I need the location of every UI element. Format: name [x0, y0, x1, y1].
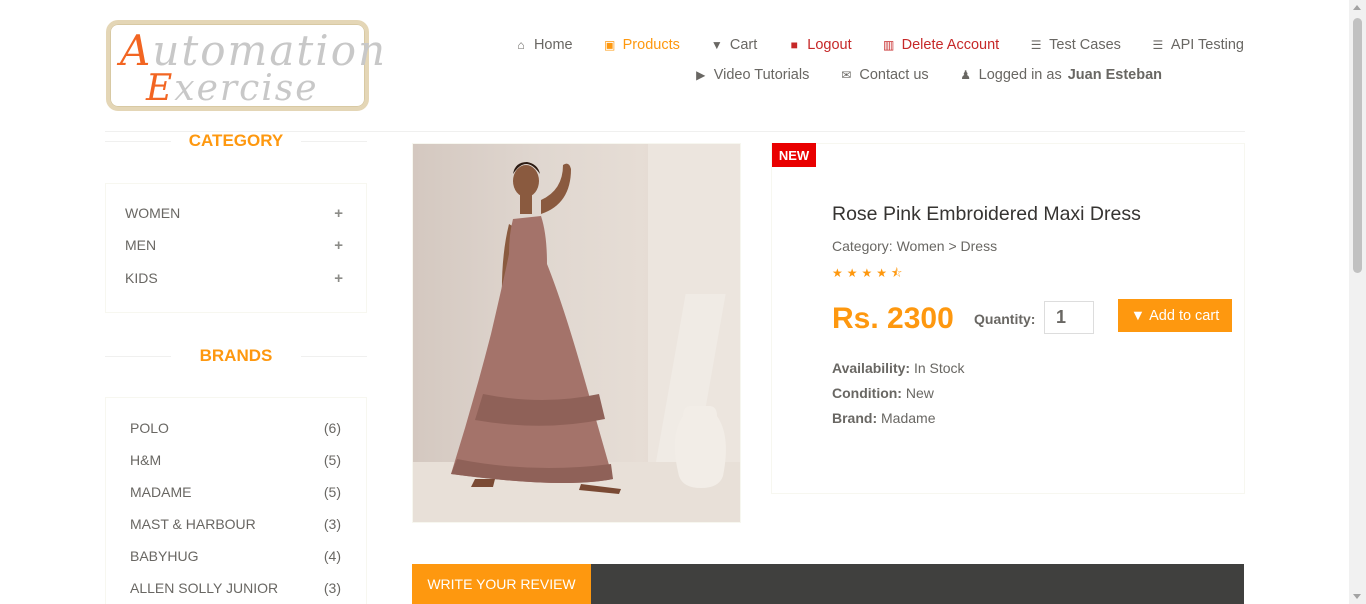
- model-dress: [451, 216, 613, 483]
- add-to-cart-button[interactable]: ▼ Add to cart: [1118, 299, 1232, 332]
- rating-stars-icon: ★★★★⯪: [832, 266, 907, 280]
- category-item-men[interactable]: MEN +: [125, 237, 343, 254]
- nav-api-testing-link[interactable]: ☰ API Testing: [1151, 37, 1244, 53]
- brands-title: BRANDS: [105, 346, 367, 366]
- model-foot-left: [471, 479, 495, 487]
- brand-item-madame[interactable]: MADAME (5): [130, 484, 341, 500]
- vase-shape: [674, 406, 726, 488]
- model-foot-right: [579, 484, 621, 494]
- products-icon: ▣: [603, 38, 616, 52]
- logged-in-username: Juan Esteban: [1067, 67, 1162, 83]
- brand-item-hm[interactable]: H&M (5): [130, 452, 341, 468]
- scroll-down-arrow-icon[interactable]: [1353, 594, 1361, 599]
- brand-item-polo[interactable]: POLO (6): [130, 420, 341, 436]
- youtube-icon: ▶: [696, 68, 706, 82]
- logo-line-2: Exercise: [146, 68, 319, 109]
- model-head: [513, 165, 539, 197]
- nav-row-2: ▶ Video Tutorials ✉ Contact us ♟ Logged in …: [514, 60, 1162, 90]
- condition-row: Condition: New: [832, 385, 934, 401]
- model-arm-right: [541, 163, 571, 214]
- nav-products-link[interactable]: ▣ Products: [603, 37, 680, 53]
- quantity-input[interactable]: [1044, 301, 1094, 334]
- nav-test-cases-link[interactable]: ☰ Test Cases: [1029, 37, 1121, 53]
- category-item-kids[interactable]: KIDS +: [125, 270, 343, 287]
- category-item-women[interactable]: WOMEN +: [125, 205, 343, 222]
- main-nav: ⌂ Home ▣ Products ▼ Cart ■ Logout ▥ Delete Ac…: [514, 30, 1244, 90]
- nav-row-1: ⌂ Home ▣ Products ▼ Cart ■ Logout ▥ Delete Ac…: [514, 30, 1244, 60]
- plus-icon[interactable]: +: [334, 237, 343, 254]
- availability-row: Availability: In Stock: [832, 360, 965, 376]
- nav-home-link[interactable]: ⌂ Home: [514, 37, 572, 53]
- brand-row: Brand: Madame: [832, 410, 936, 426]
- user-icon: ♟: [960, 68, 972, 82]
- category-title: CATEGORY: [105, 131, 367, 151]
- list-icon: ☰: [1030, 38, 1042, 52]
- quantity-label: Quantity:: [974, 311, 1036, 327]
- scrollbar-thumb[interactable]: [1353, 18, 1362, 273]
- brand-item-allen-solly-junior[interactable]: ALLEN SOLLY JUNIOR (3): [130, 580, 341, 596]
- site-logo[interactable]: Automation Exercise: [106, 20, 385, 111]
- nav-video-tutorials-link[interactable]: ▶ Video Tutorials: [694, 67, 809, 83]
- trash-icon: ▥: [882, 38, 895, 52]
- nav-logged-in-user[interactable]: ♟ Logged in as Juan Esteban: [959, 67, 1162, 83]
- home-icon: ⌂: [517, 38, 525, 52]
- new-badge: NEW: [772, 143, 816, 167]
- cart-icon: ▼: [1130, 307, 1146, 324]
- product-name: Rose Pink Embroidered Maxi Dress: [832, 203, 1141, 225]
- envelope-icon: ✉: [841, 68, 852, 82]
- page-scrollbar[interactable]: [1349, 0, 1366, 604]
- product-image: [412, 143, 741, 523]
- nav-logout-link[interactable]: ■ Logout: [787, 37, 852, 53]
- nav-cart-link[interactable]: ▼ Cart: [710, 37, 757, 53]
- brand-item-mast-harbour[interactable]: MAST & HARBOUR (3): [130, 516, 341, 532]
- nav-contact-us-link[interactable]: ✉ Contact us: [839, 67, 928, 83]
- product-price: Rs. 2300: [832, 302, 954, 335]
- nav-delete-account-link[interactable]: ▥ Delete Account: [882, 37, 999, 53]
- brand-item-babyhug[interactable]: BABYHUG (4): [130, 548, 341, 564]
- plus-icon[interactable]: +: [334, 205, 343, 222]
- write-your-review-tab[interactable]: WRITE YOUR REVIEW: [412, 564, 591, 604]
- lock-icon: ■: [790, 38, 798, 52]
- model-figure: [451, 162, 726, 494]
- model-neck: [520, 194, 532, 214]
- list-icon: ☰: [1152, 38, 1164, 52]
- scroll-up-arrow-icon[interactable]: [1353, 5, 1361, 10]
- product-category: Category: Women > Dress: [832, 238, 998, 254]
- cart-icon: ▼: [710, 38, 723, 52]
- plus-icon[interactable]: +: [334, 270, 343, 287]
